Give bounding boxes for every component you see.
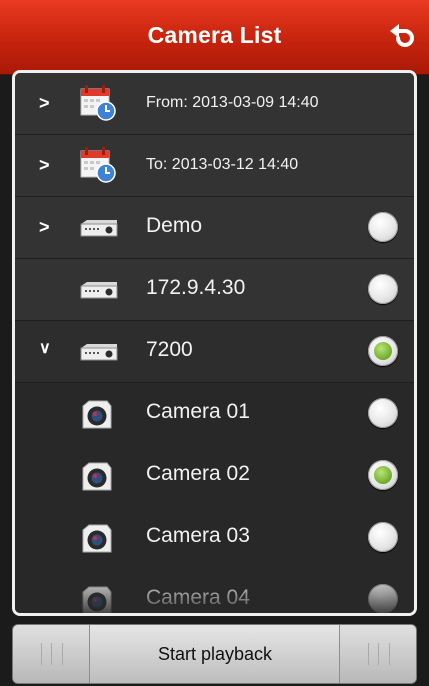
- device-row-7200[interactable]: ∨ 7200: [15, 321, 414, 383]
- select-radio[interactable]: [368, 274, 398, 304]
- select-radio[interactable]: [368, 584, 398, 613]
- device-label: 172.9.4.30: [146, 276, 246, 299]
- chevron-right-icon[interactable]: >: [39, 217, 53, 237]
- right-grip-handle[interactable]: [339, 625, 416, 683]
- camera-icon: [82, 524, 112, 553]
- device-label: Demo: [146, 214, 203, 237]
- camera-row-02[interactable]: Camera 02: [15, 445, 414, 507]
- camera-row-03[interactable]: Camera 03: [15, 507, 414, 569]
- device-label: 7200: [146, 338, 193, 361]
- select-radio-checked[interactable]: [368, 336, 398, 366]
- calendar-clock-icon: [80, 147, 116, 183]
- device-row-demo[interactable]: > Demo: [15, 197, 414, 259]
- chevron-down-icon[interactable]: ∨: [39, 339, 53, 359]
- from-time-label: From: 2013-03-09 14:40: [146, 94, 319, 111]
- grip-lines-icon: [368, 643, 390, 665]
- dvr-device-icon: [80, 220, 118, 237]
- select-radio-checked[interactable]: [368, 460, 398, 490]
- camera-icon: [82, 400, 112, 429]
- left-grip-handle[interactable]: [13, 625, 90, 683]
- camera-list[interactable]: > From: 2013-03-09 14:40 > To: 2013-03-1…: [12, 70, 417, 616]
- bottom-toolbar: Start playback: [12, 624, 417, 684]
- start-playback-button[interactable]: Start playback: [90, 625, 340, 683]
- camera-icon: [82, 586, 112, 613]
- select-radio[interactable]: [368, 522, 398, 552]
- grip-lines-icon: [41, 643, 63, 665]
- dvr-device-icon: [80, 344, 118, 361]
- refresh-icon: [390, 24, 414, 47]
- camera-icon: [82, 462, 112, 491]
- camera-label: Camera 04: [146, 586, 250, 609]
- camera-label: Camera 01: [146, 400, 250, 423]
- camera-row-04[interactable]: Camera 04: [15, 569, 414, 613]
- from-time-row[interactable]: > From: 2013-03-09 14:40: [15, 73, 414, 135]
- select-radio[interactable]: [368, 212, 398, 242]
- select-radio[interactable]: [368, 398, 398, 428]
- camera-label: Camera 03: [146, 524, 250, 547]
- to-time-label: To: 2013-03-12 14:40: [146, 156, 299, 173]
- refresh-button[interactable]: [387, 24, 417, 52]
- page-title: Camera List: [147, 22, 282, 48]
- chevron-right-icon[interactable]: >: [39, 93, 53, 113]
- chevron-right-icon[interactable]: >: [39, 155, 53, 175]
- camera-label: Camera 02: [146, 462, 250, 485]
- to-time-row[interactable]: > To: 2013-03-12 14:40: [15, 135, 414, 197]
- dvr-device-icon: [80, 282, 118, 299]
- title-bar: Camera List: [0, 0, 429, 75]
- calendar-clock-icon: [80, 85, 116, 121]
- device-row-172-9-4-30[interactable]: 172.9.4.30: [15, 259, 414, 321]
- camera-row-01[interactable]: Camera 01: [15, 383, 414, 445]
